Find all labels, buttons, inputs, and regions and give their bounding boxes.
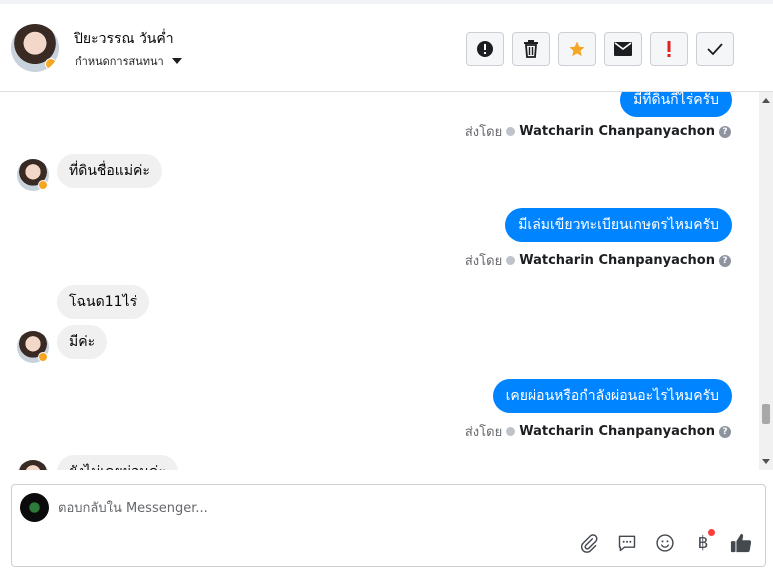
trash-icon — [524, 40, 538, 58]
thread-scrollbar[interactable] — [759, 92, 773, 470]
reply-input[interactable] — [58, 495, 618, 521]
contact-avatar-small[interactable] — [17, 159, 49, 191]
message-bubble-incoming[interactable]: มีค่ะ — [57, 325, 108, 359]
message-bubble-outgoing[interactable]: มีเล่มเขียวทะเบียนเกษตรไหมครับ — [505, 208, 732, 242]
help-icon[interactable]: ? — [719, 425, 731, 438]
info-icon — [477, 41, 493, 57]
star-icon — [569, 41, 585, 57]
assign-conversation-label: กำหนดการสนทนา — [75, 55, 164, 68]
thumbs-up-icon — [730, 533, 752, 553]
emoji-button[interactable] — [653, 531, 677, 555]
sender-name[interactable]: Watcharin Chanpanyachon — [519, 124, 715, 139]
sent-by-line: ส่งโดย Watcharin Chanpanyachon ? — [465, 250, 731, 271]
conversation-header: ปิยะวรรณ วันค่ำ กำหนดการสนทนา — [0, 4, 773, 92]
scroll-down-arrow-icon[interactable] — [762, 459, 770, 464]
help-icon[interactable]: ? — [719, 254, 731, 267]
contact-avatar[interactable] — [11, 24, 59, 72]
reply-composer: ฿ — [11, 484, 766, 567]
paperclip-icon — [580, 534, 598, 553]
scrollbar-thumb[interactable] — [762, 404, 770, 424]
composer-tools: ฿ — [577, 529, 753, 555]
sent-by-label: ส่งโดย — [464, 125, 503, 140]
check-icon — [707, 43, 723, 55]
mark-unread-button[interactable] — [604, 32, 642, 66]
contact-name[interactable]: ปิยะวรรณ วันค่ำ — [74, 28, 174, 50]
contact-avatar-small[interactable] — [17, 331, 49, 363]
sent-by-line: ส่งโดย Watcharin Chanpanyachon ? — [465, 421, 731, 442]
sent-by-label: ส่งโดย — [464, 254, 503, 269]
baht-payment-icon: ฿ — [697, 533, 709, 553]
status-badge — [45, 58, 57, 70]
emoji-icon — [656, 534, 674, 552]
contact-avatar-small[interactable] — [17, 460, 49, 470]
verified-icon — [506, 427, 516, 436]
status-badge — [38, 352, 48, 362]
exclamation-icon — [667, 41, 671, 57]
status-badge — [38, 180, 48, 190]
like-button[interactable] — [729, 531, 753, 555]
page-avatar — [20, 493, 49, 522]
scroll-up-arrow-icon[interactable] — [762, 98, 770, 103]
attach-button[interactable] — [577, 531, 601, 555]
header-actions — [466, 32, 734, 66]
verified-icon — [506, 127, 516, 136]
envelope-icon — [614, 42, 632, 56]
help-icon[interactable]: ? — [719, 125, 731, 138]
delete-button[interactable] — [512, 32, 550, 66]
sent-by-label: ส่งโดย — [464, 425, 503, 440]
follow-up-button[interactable] — [650, 32, 688, 66]
payment-button[interactable]: ฿ — [691, 529, 715, 555]
message-bubble-incoming[interactable]: โฉนด11ไร่ — [57, 285, 150, 319]
mark-done-button[interactable] — [696, 32, 734, 66]
message-bubble-incoming[interactable]: ที่ดินชื่อแม่ค่ะ — [57, 154, 162, 188]
star-button[interactable] — [558, 32, 596, 66]
message-thread[interactable]: มีที่ดินกี่ไร่ครับ ส่งโดย Watcharin Chan… — [0, 92, 773, 470]
message-bubble-outgoing[interactable]: เคยผ่อนหรือกำลังผ่อนอะไรไหมครับ — [492, 379, 732, 413]
chevron-down-icon — [171, 58, 182, 64]
message-bubble-incoming[interactable]: ยังไม่เคยผ่อนค่ะ — [57, 455, 178, 470]
saved-replies-button[interactable] — [615, 531, 639, 555]
assign-conversation[interactable]: กำหนดการสนทนา — [75, 52, 182, 70]
sender-name[interactable]: Watcharin Chanpanyachon — [519, 253, 715, 268]
message-bubble-outgoing[interactable]: มีที่ดินกี่ไร่ครับ — [620, 92, 732, 117]
sender-name[interactable]: Watcharin Chanpanyachon — [519, 424, 715, 439]
sent-by-line: ส่งโดย Watcharin Chanpanyachon ? — [465, 121, 731, 142]
saved-reply-icon — [618, 535, 636, 552]
info-button[interactable] — [466, 32, 504, 66]
verified-icon — [506, 256, 516, 265]
notification-dot — [708, 529, 715, 536]
